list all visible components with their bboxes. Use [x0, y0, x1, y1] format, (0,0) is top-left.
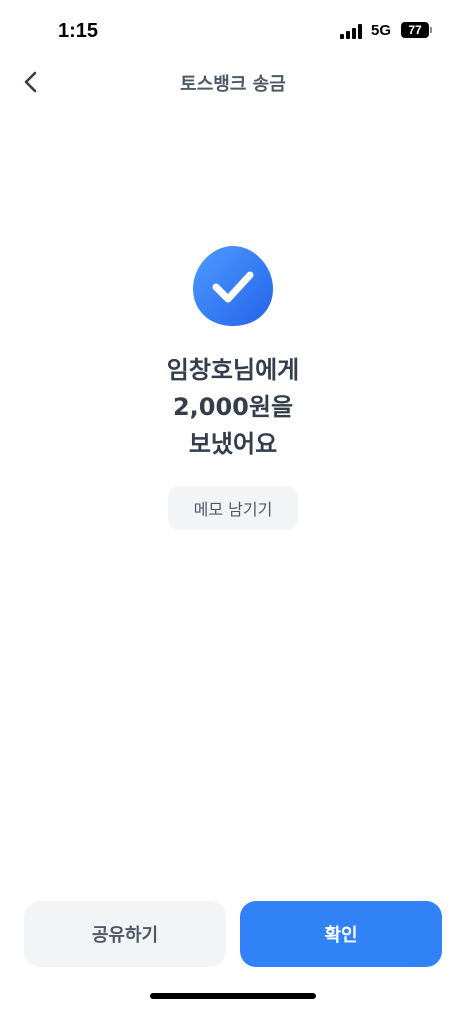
- transfer-complete-screen: 1:15 5G 77 토스뱅크 송금 임창호님에게 2,000원을 보냈어요 메…: [0, 0, 466, 1009]
- leave-memo-button[interactable]: 메모 남기기: [168, 486, 298, 530]
- battery-tip: [430, 27, 432, 33]
- battery-icon: 77: [401, 22, 429, 38]
- bottom-actions: 공유하기 확인: [24, 901, 442, 967]
- transfer-message: 임창호님에게 2,000원을 보냈어요: [0, 352, 466, 463]
- home-indicator[interactable]: [150, 993, 316, 999]
- recipient-line: 임창호님에게: [166, 356, 300, 384]
- navigation-bar: 토스뱅크 송금: [0, 60, 466, 104]
- share-button[interactable]: 공유하기: [24, 901, 226, 967]
- signal-icon: [340, 24, 364, 39]
- amount-line: 2,000원을: [172, 393, 294, 421]
- status-line: 보냈어요: [188, 430, 278, 458]
- page-title: 토스뱅크 송금: [180, 74, 286, 95]
- status-bar: 1:15 5G 77: [0, 0, 466, 62]
- check-circle-icon: [190, 243, 276, 329]
- battery-level: 77: [408, 23, 422, 37]
- status-time: 1:15: [58, 20, 99, 42]
- network-type: 5G: [371, 22, 392, 39]
- confirm-button[interactable]: 확인: [240, 901, 442, 967]
